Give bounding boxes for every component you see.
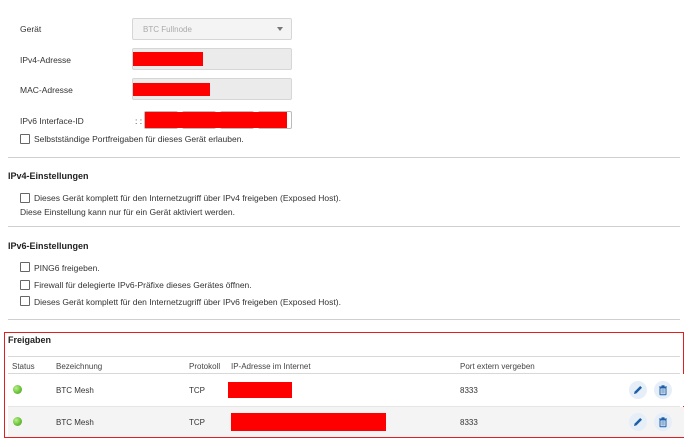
divider: [8, 319, 680, 320]
ping6-label: PING6 freigeben.: [34, 263, 100, 273]
table-header-top-border: [8, 356, 680, 357]
geraet-select[interactable]: BTC Fullnode: [132, 18, 292, 40]
edit-button[interactable]: [629, 413, 647, 431]
row-name: BTC Mesh: [56, 386, 94, 395]
table-row: BTC Mesh TCP 8333: [8, 407, 684, 437]
col-header-bezeichnung: Bezeichnung: [56, 362, 103, 371]
ipv6-section-title: IPv6-Einstellungen: [8, 241, 89, 251]
delete-button[interactable]: [654, 381, 672, 399]
delete-button[interactable]: [654, 413, 672, 431]
ipv4-note: Diese Einstellung kann nur für ein Gerät…: [20, 207, 235, 217]
firewall-checkbox[interactable]: [20, 280, 30, 290]
ping6-checkbox[interactable]: [20, 262, 30, 272]
divider: [8, 226, 680, 227]
row-protocol: TCP: [189, 418, 205, 427]
geraet-label: Gerät: [20, 24, 42, 34]
ipv4-exposed-checkbox[interactable]: [20, 193, 30, 203]
redaction-block: [133, 52, 203, 66]
selfport-checkbox[interactable]: [20, 134, 30, 144]
col-header-port: Port extern vergeben: [460, 362, 535, 371]
status-ok-icon: [13, 385, 22, 394]
ipv6-label: IPv6 Interface-ID: [20, 116, 84, 126]
mac-field[interactable]: [132, 78, 292, 100]
edit-button[interactable]: [629, 381, 647, 399]
col-header-status: Status: [12, 362, 35, 371]
trash-icon: [659, 417, 667, 428]
status-ok-icon: [13, 417, 22, 426]
pencil-icon: [634, 418, 642, 426]
firewall-label: Firewall für delegierte IPv6-Präfixe die…: [34, 280, 252, 290]
ipv6-prefix: : :: [135, 116, 143, 126]
pencil-icon: [634, 386, 642, 394]
ipv4-section-title: IPv4-Einstellungen: [8, 171, 89, 181]
table-row: BTC Mesh TCP 8333: [8, 374, 684, 406]
chevron-down-icon: [277, 27, 283, 31]
redaction-block: [145, 112, 287, 128]
row-name: BTC Mesh: [56, 418, 94, 427]
trash-icon: [659, 385, 667, 396]
ipv4-exposed-label: Dieses Gerät komplett für den Internetzu…: [34, 193, 341, 203]
redaction-block: [228, 382, 292, 398]
row-protocol: TCP: [189, 386, 205, 395]
ipv4-label: IPv4-Adresse: [20, 55, 72, 65]
freigaben-title: Freigaben: [8, 335, 52, 345]
col-header-protokoll: Protokoll: [189, 362, 221, 371]
row-port: 8333: [460, 418, 478, 427]
mac-label: MAC-Adresse: [20, 85, 73, 95]
col-header-ip: IP-Adresse im Internet: [231, 362, 311, 371]
ipv6-exposed-label: Dieses Gerät komplett für den Internetzu…: [34, 297, 341, 307]
redaction-block: [133, 83, 210, 96]
ipv6-exposed-checkbox[interactable]: [20, 296, 30, 306]
ipv4-field[interactable]: [132, 48, 292, 70]
divider: [8, 157, 680, 158]
row-port: 8333: [460, 386, 478, 395]
geraet-select-value: BTC Fullnode: [143, 25, 192, 34]
selfport-label: Selbstständige Portfreigaben für dieses …: [34, 134, 244, 144]
redaction-block: [231, 413, 386, 431]
